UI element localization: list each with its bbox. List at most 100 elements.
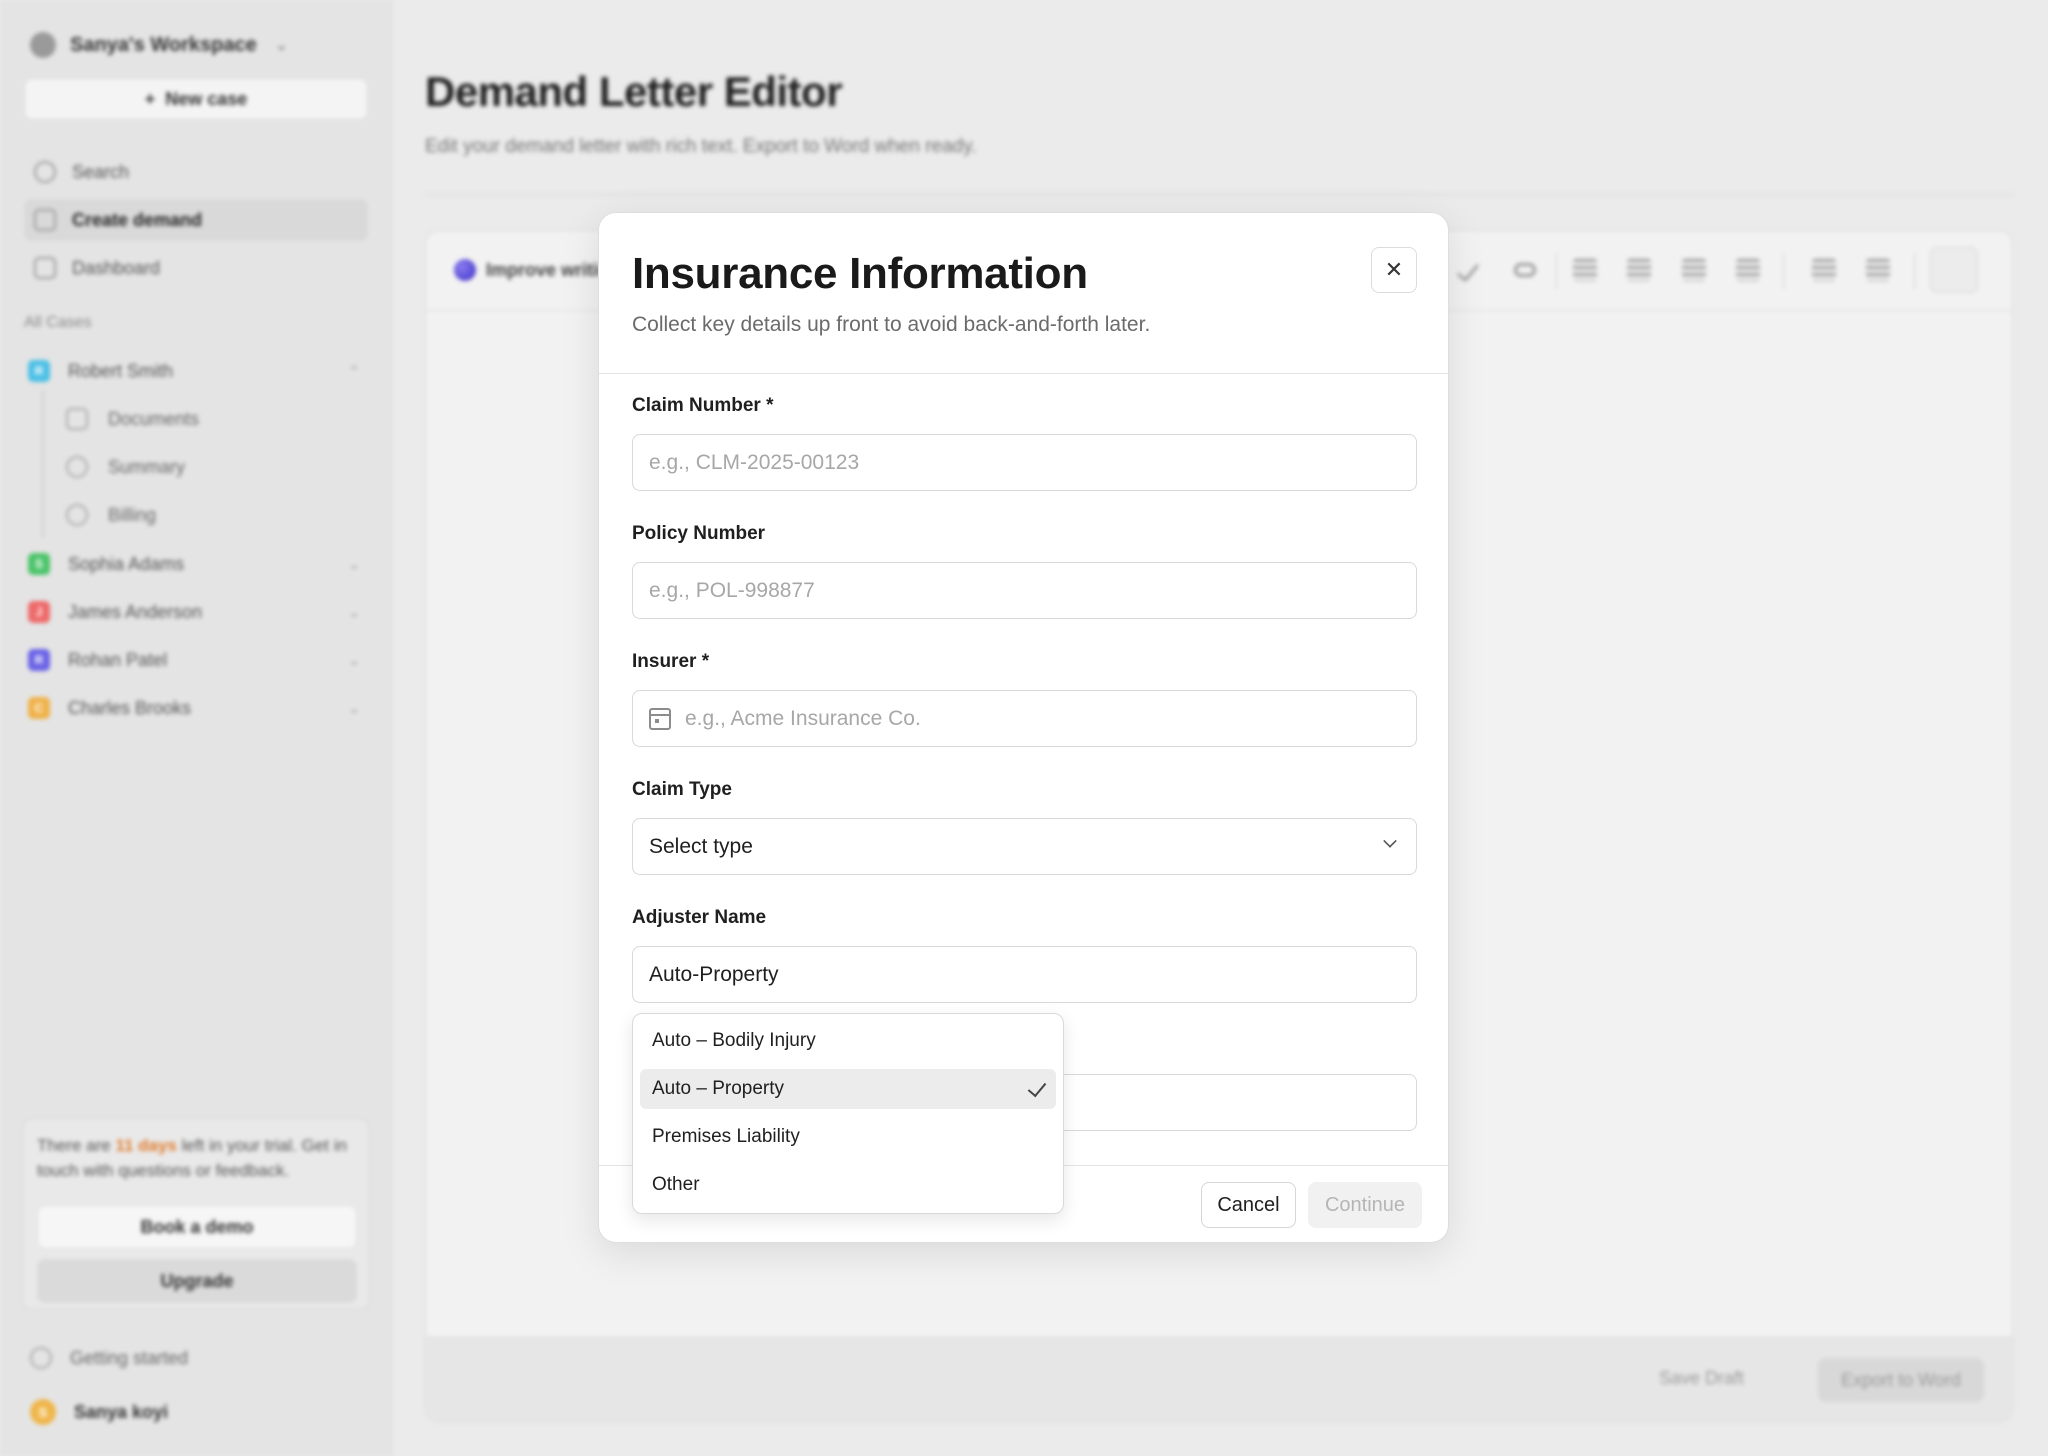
sidebar: Sanya's Workspace ⌄ + New case Search Cr… <box>0 0 392 1456</box>
sub-item-label: Billing <box>108 504 157 525</box>
chevron-up-icon: ⌃ <box>348 362 360 379</box>
toolbar-separator <box>1783 253 1784 289</box>
tree-line <box>42 390 44 538</box>
nav-label: Create demand <box>72 209 203 230</box>
dropdown-option-other[interactable]: Other <box>640 1165 1056 1205</box>
nav-label: Search <box>72 161 130 182</box>
section-label-all-cases: All Cases <box>24 314 92 331</box>
book-demo-button[interactable]: Book a demo <box>37 1205 357 1249</box>
workspace-avatar <box>30 32 56 58</box>
policy-number-input[interactable]: e.g., POL-998877 <box>632 562 1417 619</box>
case-item-rohan-patel[interactable]: R Rohan Patel ⌄ <box>28 640 368 680</box>
editor-footer: Save Draft Export to Word <box>426 1337 2012 1421</box>
case-item-charles-brooks[interactable]: C Charles Brooks ⌄ <box>28 688 368 728</box>
billing-icon <box>66 504 88 526</box>
case-badge: R <box>28 360 50 382</box>
plus-icon: + <box>144 88 156 109</box>
dropdown-option-auto-bodily-injury[interactable]: Auto – Bodily Injury <box>640 1021 1056 1061</box>
policy-number-placeholder: e.g., POL-998877 <box>649 578 815 602</box>
numbered-list-icon[interactable] <box>1866 259 1890 281</box>
align-center-icon[interactable] <box>1627 259 1651 281</box>
chevron-down-icon: ⌄ <box>348 699 360 716</box>
link-icon[interactable] <box>1514 263 1536 277</box>
search-icon <box>34 161 56 183</box>
insurer-label: Insurer * <box>632 651 710 672</box>
claim-number-placeholder: e.g., CLM-2025-00123 <box>649 450 860 474</box>
workspace-switcher[interactable]: Sanya's Workspace ⌄ <box>30 30 288 60</box>
close-button[interactable]: ✕ <box>1371 247 1417 293</box>
upgrade-button[interactable]: Upgrade <box>37 1259 357 1303</box>
dropdown-option-auto-property[interactable]: Auto – Property <box>640 1069 1056 1109</box>
folder-icon <box>34 257 56 279</box>
nav-item-create-demand[interactable]: Create demand <box>24 199 368 241</box>
close-icon: ✕ <box>1384 257 1404 282</box>
insurer-placeholder: e.g., Acme Insurance Co. <box>685 706 921 730</box>
nav-label: Dashboard <box>72 257 161 278</box>
sub-item-documents[interactable]: Documents <box>66 399 199 439</box>
nav-item-search[interactable]: Search <box>24 151 368 193</box>
checkmark-icon <box>1027 1077 1047 1098</box>
case-badge: S <box>28 553 50 575</box>
align-left-icon[interactable] <box>1573 259 1597 281</box>
nav-item-dashboard[interactable]: Dashboard <box>24 247 368 289</box>
book-icon <box>66 408 88 430</box>
lightbulb-icon <box>30 1347 52 1369</box>
continue-button[interactable]: Continue <box>1308 1182 1422 1228</box>
claim-type-select[interactable]: Select type <box>632 818 1417 875</box>
claim-type-value: Select type <box>649 834 753 858</box>
export-to-word-button[interactable]: Export to Word <box>1818 1358 1984 1402</box>
page-subtitle: Edit your demand letter with rich text. … <box>425 136 977 157</box>
chevron-down-icon: ⌄ <box>348 603 360 620</box>
sparkle-icon <box>454 259 476 281</box>
modal-title: Insurance Information <box>632 249 1088 298</box>
adjuster-name-label: Adjuster Name <box>632 907 767 928</box>
option-label: Auto – Property <box>652 1078 785 1099</box>
modal-subtitle: Collect key details up front to avoid ba… <box>632 313 1151 336</box>
adjuster-name-value: Auto-Property <box>649 962 779 986</box>
divider <box>425 194 2013 195</box>
claim-number-input[interactable]: e.g., CLM-2025-00123 <box>632 434 1417 491</box>
document-icon <box>34 209 56 231</box>
adjuster-name-input[interactable]: Auto-Property <box>632 946 1417 1003</box>
sub-item-label: Documents <box>108 408 200 429</box>
new-case-button[interactable]: + New case <box>24 78 368 120</box>
case-item-robert-smith[interactable]: R Robert Smith ⌃ <box>28 351 368 391</box>
chevron-down-icon: ⌄ <box>348 555 360 572</box>
case-badge: R <box>28 649 50 671</box>
align-justify-icon[interactable] <box>1736 259 1760 281</box>
align-right-icon[interactable] <box>1682 259 1706 281</box>
chevron-down-icon: ⌄ <box>348 651 360 668</box>
claim-type-label: Claim Type <box>632 779 732 800</box>
case-name: Rohan Patel <box>68 649 168 670</box>
case-name: Sophia Adams <box>68 553 185 574</box>
summary-icon <box>66 456 88 478</box>
workspace-name: Sanya's Workspace <box>70 33 257 56</box>
getting-started-link[interactable]: Getting started <box>30 1347 188 1369</box>
insurer-input[interactable]: e.g., Acme Insurance Co. <box>632 690 1417 747</box>
user-name: Sanya koyi <box>74 1401 169 1422</box>
new-case-label: New case <box>165 88 248 109</box>
improve-writing-button[interactable]: Improve writing <box>454 259 620 281</box>
save-draft-button[interactable]: Save Draft <box>1659 1368 1744 1389</box>
page-title: Demand Letter Editor <box>425 68 843 115</box>
user-menu[interactable]: S Sanya koyi <box>30 1399 168 1425</box>
policy-number-label: Policy Number <box>632 523 766 544</box>
calendar-icon <box>649 707 671 730</box>
sub-item-label: Summary <box>108 456 186 477</box>
sub-item-billing[interactable]: Billing <box>66 495 156 535</box>
sub-item-summary[interactable]: Summary <box>66 447 185 487</box>
cancel-button[interactable]: Cancel <box>1201 1182 1296 1228</box>
getting-started-label: Getting started <box>70 1347 189 1368</box>
case-item-james-anderson[interactable]: J James Anderson ⌄ <box>28 592 368 632</box>
dropdown-option-premises-liability[interactable]: Premises Liability <box>640 1117 1056 1157</box>
trial-message: There are 11 days left in your trial. Ge… <box>37 1136 347 1180</box>
check-icon[interactable] <box>1456 257 1480 283</box>
case-item-sophia-adams[interactable]: S Sophia Adams ⌄ <box>28 544 368 584</box>
pen-icon[interactable] <box>1930 247 1978 293</box>
toolbar-separator <box>1914 253 1915 289</box>
case-badge: J <box>28 601 50 623</box>
chevron-down-icon: ⌄ <box>274 37 289 54</box>
chevron-down-icon <box>1383 834 1397 848</box>
claim-number-label: Claim Number * <box>632 395 774 416</box>
bullet-list-icon[interactable] <box>1812 259 1836 281</box>
